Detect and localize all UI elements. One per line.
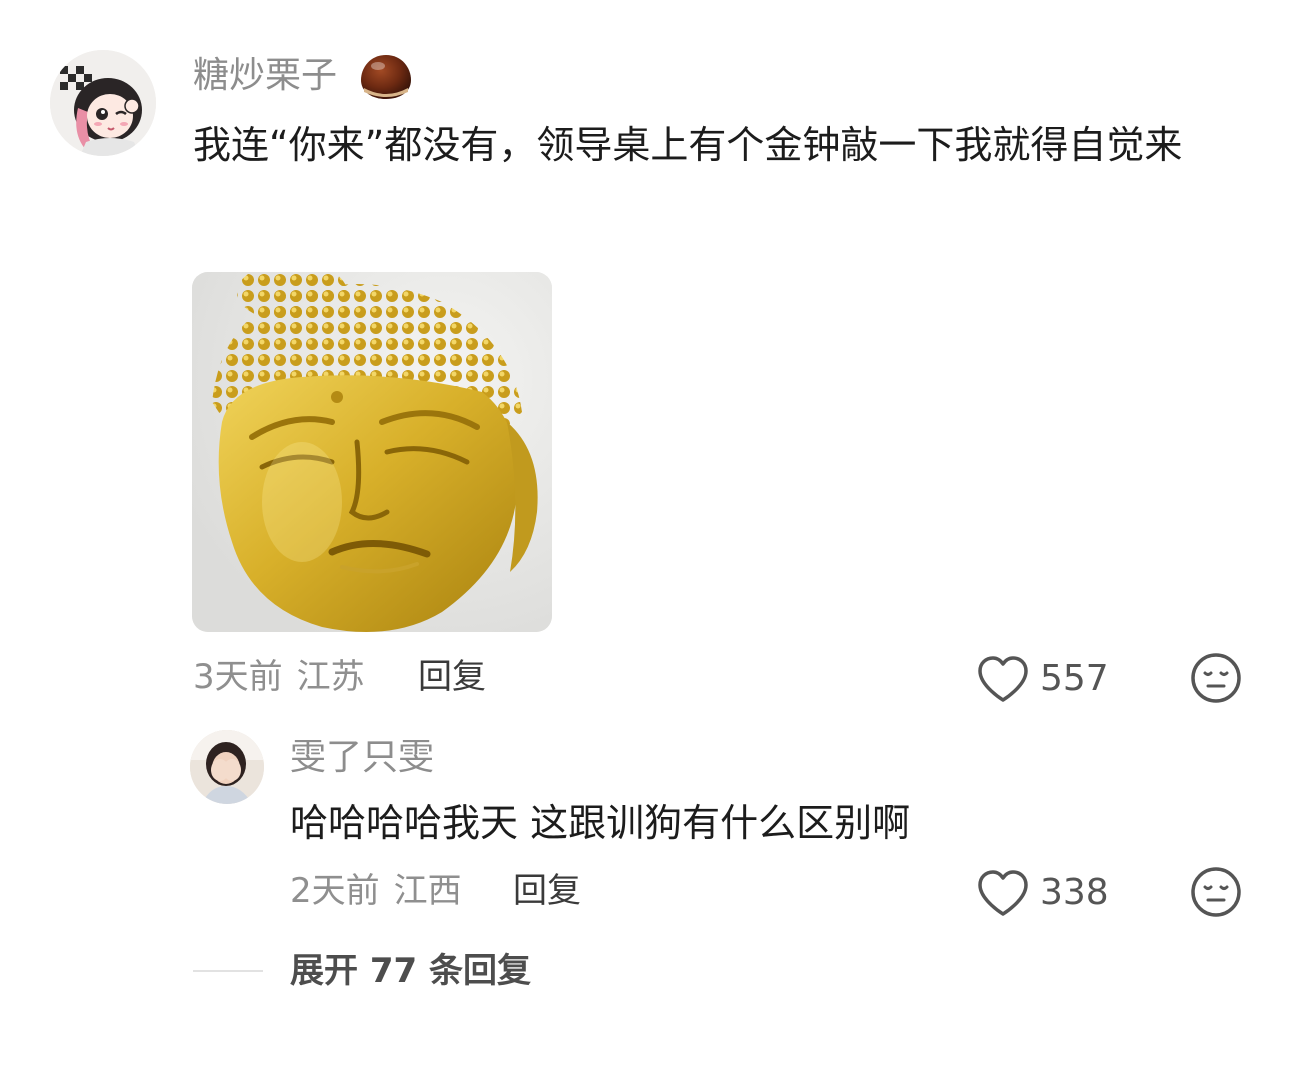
divider-line bbox=[193, 970, 263, 972]
reply-like-count: 338 bbox=[1040, 872, 1109, 913]
comment-time: 3天前 bbox=[193, 657, 283, 697]
comment-meta: 3天前 江苏 bbox=[193, 660, 365, 694]
reply-location: 江西 bbox=[393, 871, 462, 911]
reply-reply-button[interactable]: 回复 bbox=[513, 874, 581, 908]
like-count: 557 bbox=[1040, 658, 1109, 699]
commenter-avatar[interactable] bbox=[50, 50, 156, 156]
heart-icon bbox=[978, 656, 1028, 702]
like-button[interactable]: 557 bbox=[976, 654, 1109, 704]
reply-time: 2天前 bbox=[290, 871, 380, 911]
meh-face-icon[interactable] bbox=[1190, 652, 1242, 704]
commenter-username[interactable]: 糖炒栗子 bbox=[193, 58, 337, 94]
replier-username[interactable]: 雯了只雯 bbox=[290, 740, 434, 776]
golden-buddha-head-sticker[interactable] bbox=[192, 272, 552, 632]
meh-face-icon[interactable] bbox=[1190, 866, 1242, 918]
reply-like-button[interactable]: 338 bbox=[976, 868, 1109, 918]
chestnut-icon bbox=[361, 55, 411, 99]
comment-location: 江苏 bbox=[296, 657, 365, 697]
expand-replies-button[interactable]: 展开 77 条回复 bbox=[290, 954, 531, 988]
replier-avatar[interactable] bbox=[190, 730, 264, 804]
reply-meta: 2天前 江西 bbox=[290, 874, 462, 908]
comment-text: 我连“你来”都没有，领导桌上有个金钟敲一下我就得自觉来 bbox=[193, 123, 1183, 167]
heart-icon bbox=[978, 870, 1028, 916]
reply-button[interactable]: 回复 bbox=[418, 660, 486, 694]
reply-text: 哈哈哈哈我天 这跟训狗有什么区别啊 bbox=[290, 801, 911, 845]
